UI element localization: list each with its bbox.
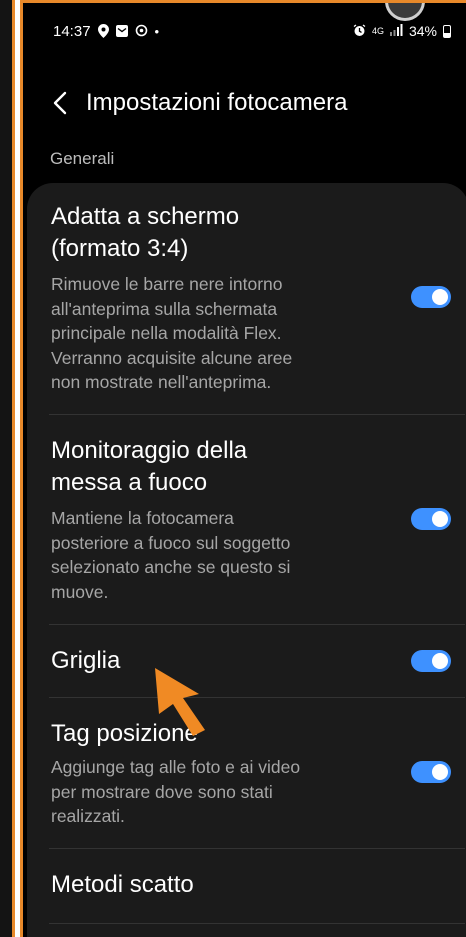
toggle-switch[interactable] (411, 286, 451, 308)
description-line: principale nella modalità Flex. (51, 323, 282, 343)
app-header: Impostazioni fotocamera (23, 83, 466, 123)
description-line: all'anteprima sulla schermata (51, 298, 278, 319)
toggle-knob (432, 653, 448, 669)
alarm-icon (353, 23, 366, 39)
description-line: Aggiunge tag alle foto e ai video (51, 757, 301, 777)
toggle-knob (432, 289, 448, 305)
setting-row-fit-screen[interactable]: Adatta a schermo (formato 3:4) Rimuove l… (27, 183, 466, 413)
left-frame-edge (0, 0, 15, 937)
description-line: muove. (51, 581, 109, 602)
description-line: posteriore a fuoco sul soggetto (51, 532, 291, 553)
toggle-switch[interactable] (411, 761, 451, 783)
setting-title: Monitoraggio della (51, 437, 248, 464)
battery-icon (443, 24, 451, 38)
setting-title: Metodi scatto (51, 871, 194, 898)
setting-title: Adatta a schermo (51, 203, 240, 230)
setting-description: Mantiene la fotocamera posteriore a fuoc… (51, 506, 381, 604)
camera-cutout (385, 3, 425, 21)
chevron-left-icon[interactable] (45, 85, 75, 121)
setting-description: Rimuove le barre nere intorno all'antepr… (51, 272, 381, 395)
dot-icon: • (154, 24, 160, 39)
setting-title: messa a fuoco (51, 469, 208, 496)
message-icon (115, 24, 128, 39)
setting-row-shooting-methods[interactable]: Metodi scatto (27, 849, 466, 923)
description-line: Rimuove le barre nere intorno (51, 274, 283, 294)
setting-title: (formato 3:4) (51, 235, 189, 262)
description-line: selezionato anche se questo si (51, 557, 291, 577)
toggle-switch[interactable] (411, 650, 451, 672)
description-line: realizzati. (51, 806, 125, 826)
status-time: 14:37 (53, 23, 91, 40)
signal-icon (389, 24, 403, 38)
section-label: Generali (50, 149, 115, 168)
status-right: 4G 34% (353, 23, 451, 39)
description-line: per mostrare dove sono stati (51, 781, 273, 802)
location-icon (97, 23, 109, 40)
toggle-switch[interactable] (411, 508, 451, 530)
description-line: Mantiene la fotocamera (51, 508, 234, 528)
setting-row-location-tag[interactable]: Tag posizione Aggiunge tag alle foto e a… (27, 698, 466, 848)
phone-screen: 14:37 • 4G 34% Impostazioni fotocamera G… (20, 0, 466, 937)
description-line: non mostrate nell'anteprima. (51, 372, 272, 392)
settings-card: Adatta a schermo (formato 3:4) Rimuove l… (27, 183, 466, 937)
annotation-arrow-icon (155, 668, 205, 736)
page-title: Impostazioni fotocamera (86, 89, 348, 116)
setting-row-focus-tracking[interactable]: Monitoraggio della messa a fuoco Mantien… (27, 415, 466, 625)
status-left: 14:37 • (53, 23, 159, 40)
status-bar: 14:37 • 4G 34% (23, 21, 466, 47)
setting-row-grid[interactable]: Griglia (27, 625, 466, 697)
toggle-knob (432, 764, 448, 780)
description-line: Verranno acquisite alcune aree (51, 347, 293, 368)
data-icon: 4G (371, 25, 384, 36)
setting-description: Aggiunge tag alle foto e ai video per mo… (51, 755, 381, 829)
battery-percent: 34% (408, 23, 437, 39)
toggle-knob (432, 511, 448, 527)
divider (49, 923, 465, 924)
setting-title: Griglia (51, 647, 121, 674)
sync-icon (135, 24, 148, 39)
